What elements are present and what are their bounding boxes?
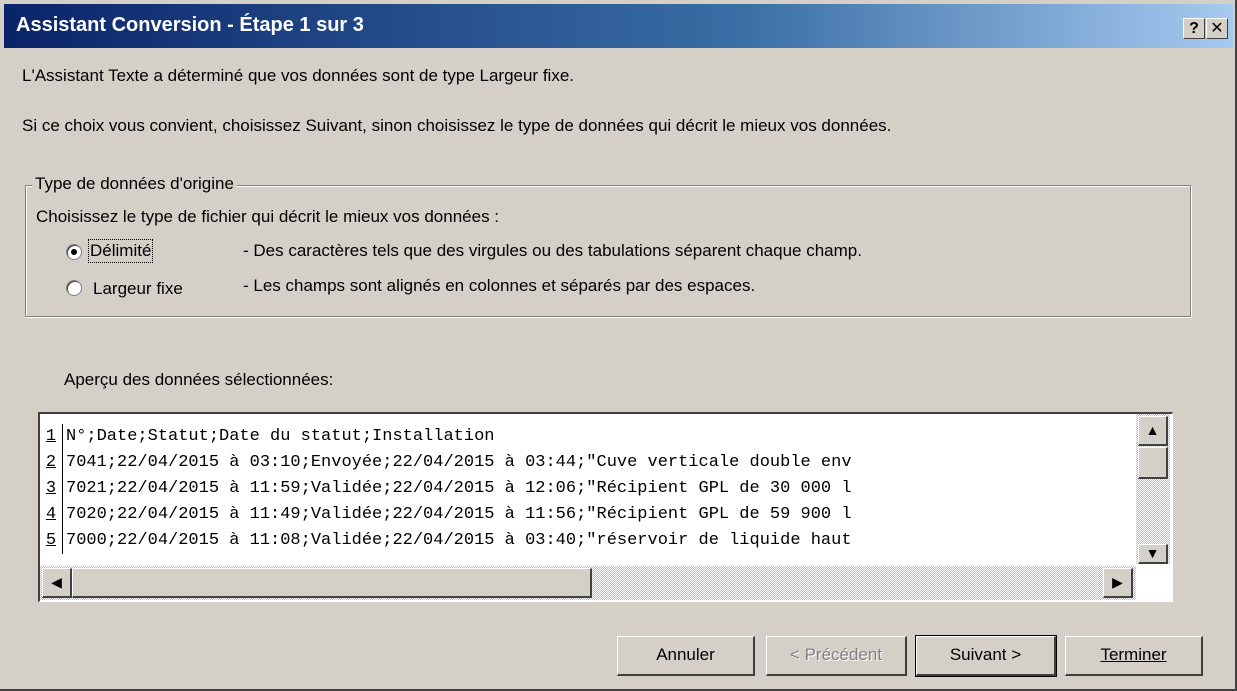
previous-button[interactable]: < Précédent xyxy=(766,636,907,676)
finish-button[interactable]: Terminer xyxy=(1065,636,1203,676)
conversion-wizard-dialog: Assistant Conversion - Étape 1 sur 3 ? ✕… xyxy=(0,0,1237,691)
radio-delimited-label[interactable]: Délimité xyxy=(87,239,154,263)
cancel-button[interactable]: Annuler xyxy=(617,636,755,676)
scroll-up-arrow-icon[interactable]: ▲ xyxy=(1138,416,1168,446)
preview-row: 5 7000;22/04/2015 à 11:08;Validée;22/04/2… xyxy=(40,528,1133,554)
preview-row: 3 7021;22/04/2015 à 11:59;Validée;22/04/2… xyxy=(40,476,1133,502)
radio-delimited[interactable] xyxy=(66,244,82,260)
title-bar[interactable]: Assistant Conversion - Étape 1 sur 3 ? ✕ xyxy=(4,4,1233,48)
radio-delimited-description: - Des caractères tels que des virgules o… xyxy=(243,241,862,260)
horizontal-scroll-thumb[interactable] xyxy=(72,568,592,598)
radio-fixed-width[interactable] xyxy=(66,280,82,296)
groupbox-label: Type de données d'origine xyxy=(32,174,237,194)
vertical-scrollbar[interactable]: ▲ ▼ xyxy=(1136,414,1170,564)
preview-row: 4 7020;22/04/2015 à 11:49;Validée;22/04/2… xyxy=(40,502,1133,528)
radio-fixed-width-label[interactable]: Largeur fixe xyxy=(93,279,183,299)
close-button[interactable]: ✕ xyxy=(1206,18,1228,39)
window-title: Assistant Conversion - Étape 1 sur 3 xyxy=(16,14,364,36)
next-button[interactable]: Suivant > xyxy=(915,635,1057,677)
preview-label: Aperçu des données sélectionnées: xyxy=(64,370,334,389)
scroll-down-arrow-icon[interactable]: ▼ xyxy=(1138,544,1168,564)
help-button[interactable]: ? xyxy=(1183,18,1205,39)
file-type-prompt: Choisissez le type de fichier qui décrit… xyxy=(36,207,500,226)
preview-row: 2 7041;22/04/2015 à 03:10;Envoyée;22/04/2… xyxy=(40,450,1133,476)
intro-line-1: L'Assistant Texte a déterminé que vos do… xyxy=(22,66,574,85)
horizontal-scrollbar[interactable]: ◀ ▶ xyxy=(40,566,1136,600)
scroll-left-arrow-icon[interactable]: ◀ xyxy=(42,568,72,598)
intro-line-2: Si ce choix vous convient, choisissez Su… xyxy=(22,116,892,135)
data-preview-pane[interactable]: 1 N°;Date;Statut;Date du statut;Installat… xyxy=(38,412,1173,602)
radio-fixed-width-description: - Les champs sont alignés en colonnes et… xyxy=(243,276,756,295)
radio-selected-dot xyxy=(71,249,77,255)
preview-row: 1 N°;Date;Statut;Date du statut;Installat… xyxy=(40,424,1133,450)
vertical-scroll-thumb[interactable] xyxy=(1138,447,1168,479)
scroll-right-arrow-icon[interactable]: ▶ xyxy=(1103,568,1133,598)
